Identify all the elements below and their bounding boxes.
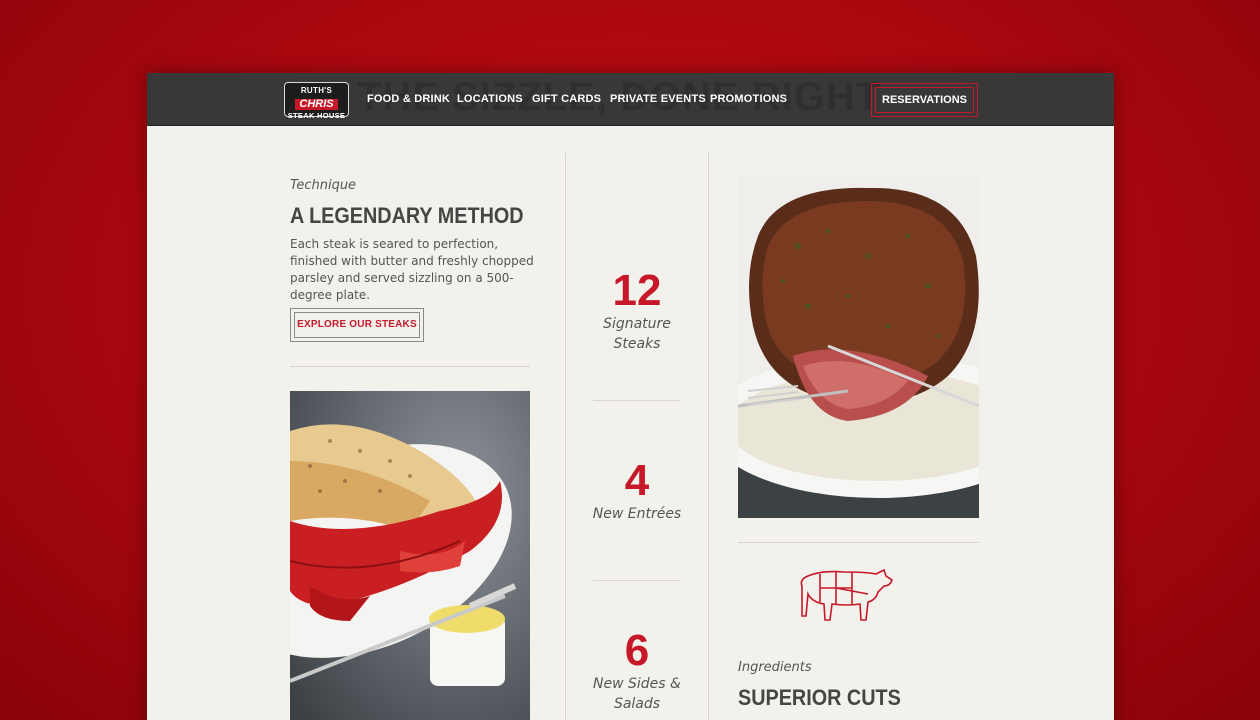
logo-line-3: STEAK HOUSE [287, 111, 346, 120]
stat-label-signature-line2: Steaks [613, 336, 661, 352]
column-divider-right [708, 153, 709, 720]
stat-number-new-entrees: 4 [624, 456, 650, 505]
technique-description: Each steak is seared to perfection, fini… [290, 237, 534, 302]
explore-steaks-button[interactable]: EXPLORE OUR STEAKS [290, 308, 424, 342]
stat-divider-2 [593, 580, 680, 581]
top-navbar: THE SIZZLE, DONE RIGHT RUTH'S CHRIS STEA… [147, 73, 1114, 126]
technique-eyebrow: Technique [290, 178, 357, 193]
stat-label-new-entrees: New Entrées [592, 506, 682, 522]
cow-cuts-icon [798, 564, 894, 626]
reservations-button[interactable]: RESERVATIONS [871, 83, 978, 117]
stat-number-sides-salads: 6 [624, 626, 650, 675]
technique-heading: A LEGENDARY METHOD [290, 203, 524, 228]
nav-private-events[interactable]: PRIVATE EVENTS [610, 93, 706, 105]
stat-number-signature-steaks: 12 [612, 266, 662, 315]
ingredients-heading: SUPERIOR CUTS [738, 685, 901, 710]
nav-food-drink[interactable]: FOOD & DRINK [367, 93, 450, 105]
cow-illustration [800, 568, 893, 621]
stat-label-sides-line1: New Sides & [593, 676, 681, 692]
stat-divider-1 [593, 400, 680, 401]
ingredients-eyebrow: Ingredients [738, 660, 812, 675]
right-section-divider [738, 542, 979, 543]
logo-line-2: CHRIS [295, 99, 338, 110]
nav-gift-cards[interactable]: GIFT CARDS [532, 93, 601, 105]
logo-line-1: RUTH'S [300, 86, 333, 95]
stat-label-sides-line2: Salads [613, 696, 661, 712]
nav-promotions[interactable]: PROMOTIONS [710, 93, 787, 105]
steak-photo [738, 176, 979, 518]
lobster-illustration [290, 391, 530, 720]
lobster-tail-photo [290, 391, 530, 720]
nav-locations[interactable]: LOCATIONS [457, 93, 523, 105]
ruths-chris-logo[interactable]: RUTH'S CHRIS STEAK HOUSE [284, 82, 349, 120]
column-divider-left [565, 153, 566, 720]
browser-window: THE SIZZLE, DONE RIGHT RUTH'S CHRIS STEA… [147, 73, 1114, 720]
stat-label-signature-line1: Signature [603, 316, 671, 332]
steak-illustration [738, 176, 979, 518]
left-section-divider [290, 366, 530, 367]
